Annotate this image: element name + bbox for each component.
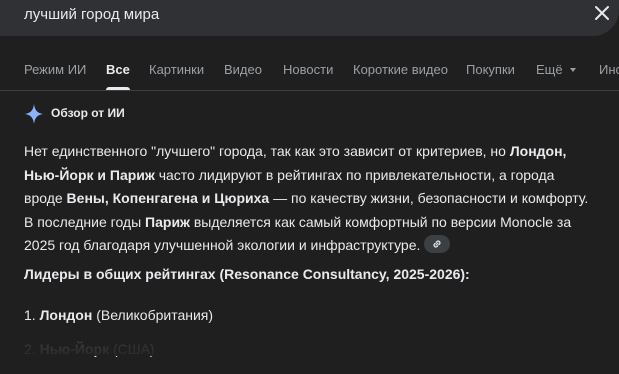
list-number: 1. [24,307,36,323]
tab-short-videos[interactable]: Короткие видео [353,59,448,81]
tab-more[interactable]: Ещё [536,59,576,81]
search-bar [0,0,619,36]
tab-shopping[interactable]: Покупки [466,59,515,81]
summary-bold-cities: Вены, Копенгагена и Цюриха [66,190,270,206]
tab-news[interactable]: Новости [283,59,333,81]
ai-overview-summary: Нет единственного "лучшего" города, так … [24,140,592,258]
tab-ai-mode[interactable]: Режим ИИ [24,59,86,81]
sparkle-icon [25,104,43,124]
summary-bold-city: Париж [145,213,190,230]
chevron-down-icon [569,68,576,72]
list-item: 1. Лондон (Великобритания) [24,306,213,340]
list-city: Лондон [39,307,93,323]
list-city: Нью-Йорк [39,341,110,357]
list-country: (США) [112,341,155,357]
summary-text: Нет единственного "лучшего" города, так … [24,143,510,159]
list-country: (Великобритания) [96,307,214,323]
list-item: 2. Нью-Йорк (США) [24,340,213,374]
tab-videos[interactable]: Видео [224,59,262,81]
tab-images[interactable]: Картинки [149,59,204,81]
ai-overview-title: Обзор от ИИ [51,106,125,120]
list-number: 2. [24,341,36,357]
ranking-list: 1. Лондон (Великобритания) 2. Нью-Йорк (… [24,306,213,374]
source-link-button[interactable] [424,235,451,253]
close-icon[interactable] [590,1,614,25]
search-tabs: Режим ИИ Все Картинки Видео Новости Коро… [0,59,619,90]
tab-tools[interactable]: Инс [599,59,619,81]
link-icon [433,240,441,248]
tab-all[interactable]: Все [106,59,130,90]
section-heading: Лидеры в общих рейтингах (Resonance Cons… [24,266,470,282]
tabs-divider [0,90,619,91]
search-input[interactable] [24,0,544,28]
tab-more-label: Ещё [536,62,563,77]
